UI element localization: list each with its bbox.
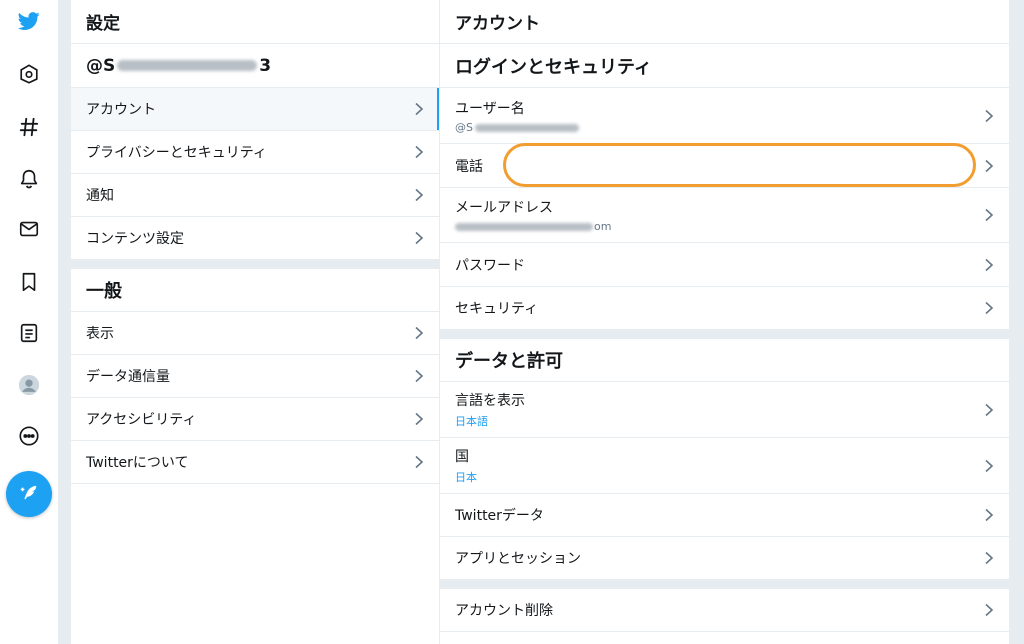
email-suffix: om — [594, 220, 612, 233]
section-divider — [440, 330, 1009, 339]
list-icon[interactable] — [13, 317, 45, 349]
chevron-right-icon — [985, 508, 994, 522]
chevron-right-icon — [985, 159, 994, 172]
handle-suffix: 3 — [259, 55, 272, 76]
chevron-right-icon — [415, 102, 424, 116]
setting-password[interactable]: パスワード — [440, 243, 1009, 287]
setting-apps-sessions[interactable]: アプリとセッション — [440, 537, 1009, 580]
settings-item-account[interactable]: アカウント — [71, 88, 439, 131]
setting-label: 国 — [455, 449, 469, 465]
chevron-right-icon — [985, 301, 994, 315]
bell-icon[interactable] — [13, 163, 45, 195]
setting-delete-account[interactable]: アカウント削除 — [440, 589, 1009, 632]
email-redacted — [455, 223, 593, 231]
chevron-right-icon — [985, 459, 994, 472]
settings-item-about[interactable]: Twitterについて — [71, 441, 439, 484]
setting-label: 電話 — [455, 158, 483, 175]
country-value: 日本 — [455, 471, 477, 484]
setting-username[interactable]: ユーザー名 @S — [440, 88, 1009, 144]
setting-phone[interactable]: 電話 — [440, 144, 1009, 188]
data-permissions-title: データと許可 — [440, 339, 1009, 382]
setting-label: アプリとセッション — [455, 551, 581, 567]
handle-redacted — [117, 60, 258, 71]
username-prefix: @S — [455, 120, 473, 134]
setting-twitter-data[interactable]: Twitterデータ — [440, 494, 1009, 537]
login-security-title: ログインとセキュリティ — [440, 44, 1009, 88]
email-value: om — [455, 220, 1009, 233]
general-section-title: 一般 — [71, 269, 439, 312]
setting-label: Twitterデータ — [455, 508, 544, 524]
account-column: アカウント ログインとセキュリティ ユーザー名 @S 電話 メールアドレス om… — [440, 0, 1009, 644]
settings-header: 設定 — [71, 0, 439, 44]
settings-item-label: データ通信量 — [86, 369, 170, 385]
settings-item-content[interactable]: コンテンツ設定 — [71, 217, 439, 260]
settings-item-label: コンテンツ設定 — [86, 231, 184, 247]
settings-item-label: アカウント — [86, 102, 156, 118]
language-value: 日本語 — [455, 415, 488, 428]
chevron-right-icon — [415, 145, 424, 159]
chevron-right-icon — [985, 403, 994, 416]
setting-label: 言語を表示 — [455, 393, 525, 409]
settings-item-label: 表示 — [86, 326, 114, 342]
chevron-right-icon — [985, 603, 994, 617]
setting-label: パスワード — [455, 257, 525, 274]
settings-column: 設定 @S 3 アカウント プライバシーとセキュリティ 通知 コンテンツ設定 一… — [71, 0, 439, 644]
settings-item-label: アクセシビリティ — [86, 412, 197, 428]
settings-item-privacy[interactable]: プライバシーとセキュリティ — [71, 131, 439, 174]
setting-label: アカウント削除 — [455, 603, 553, 619]
setting-language[interactable]: 言語を表示 日本語 — [440, 382, 1009, 438]
username-value: @S — [455, 121, 1009, 134]
profile-avatar[interactable] — [13, 369, 45, 401]
chevron-right-icon — [415, 188, 424, 202]
settings-item-data-usage[interactable]: データ通信量 — [71, 355, 439, 398]
section-divider — [440, 580, 1009, 589]
username-redacted — [474, 123, 579, 132]
setting-label: セキュリティ — [455, 301, 539, 317]
bookmark-icon[interactable] — [13, 266, 45, 298]
twitter-bird-icon[interactable] — [13, 5, 45, 37]
chevron-right-icon — [415, 369, 424, 383]
chevron-right-icon — [985, 109, 994, 122]
gutter-left — [58, 0, 71, 644]
section-divider — [71, 260, 439, 269]
chevron-right-icon — [415, 231, 424, 245]
settings-item-notifications[interactable]: 通知 — [71, 174, 439, 217]
settings-item-label: Twitterについて — [86, 455, 189, 471]
settings-item-accessibility[interactable]: アクセシビリティ — [71, 398, 439, 441]
setting-country[interactable]: 国 日本 — [440, 438, 1009, 494]
settings-item-display[interactable]: 表示 — [71, 312, 439, 355]
settings-item-label: プライバシーとセキュリティ — [86, 145, 267, 161]
more-icon[interactable] — [13, 420, 45, 452]
chevron-right-icon — [985, 258, 994, 271]
setting-label: メールアドレス — [455, 200, 553, 216]
setting-label: ユーザー名 — [455, 100, 525, 117]
hashtag-icon[interactable] — [13, 111, 45, 143]
setting-security[interactable]: セキュリティ — [440, 287, 1009, 330]
compose-tweet-icon[interactable] — [6, 471, 52, 517]
chevron-right-icon — [985, 551, 994, 565]
gutter-right — [1009, 0, 1024, 644]
handle-prefix: @S — [86, 55, 116, 76]
chevron-right-icon — [415, 412, 424, 426]
setting-email[interactable]: メールアドレス om — [440, 188, 1009, 243]
chevron-right-icon — [985, 208, 994, 222]
home-icon[interactable] — [13, 58, 45, 90]
account-header: アカウント — [440, 0, 1009, 44]
mail-icon[interactable] — [13, 213, 45, 245]
account-handle: @S 3 — [71, 44, 439, 88]
primary-nav — [0, 0, 58, 644]
chevron-right-icon — [415, 455, 424, 469]
chevron-right-icon — [415, 326, 424, 340]
settings-item-label: 通知 — [86, 188, 114, 204]
